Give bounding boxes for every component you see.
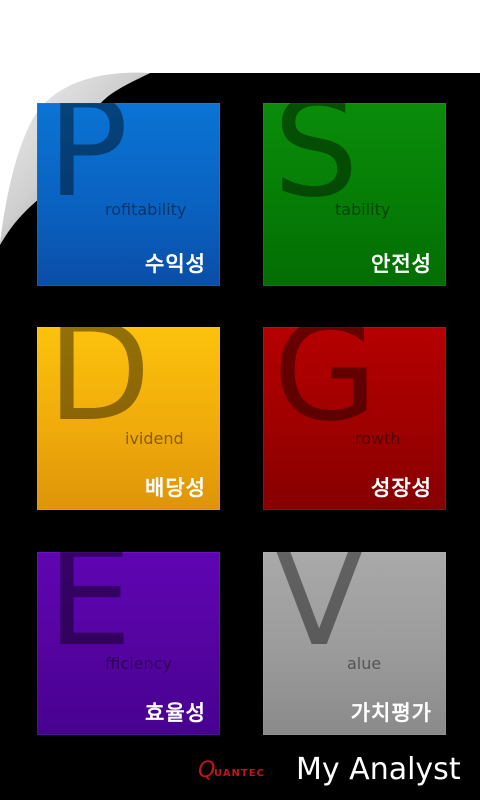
tile-label: 배당성 [145, 476, 206, 500]
tile-letter: G [273, 327, 378, 451]
tile-label: 가치평가 [350, 701, 432, 725]
tile-word: fficiency [105, 654, 172, 673]
tile-word: alue [347, 654, 382, 673]
tile-word: tability [335, 200, 391, 219]
tile-letter: E [47, 552, 132, 676]
tile-letter: D [47, 327, 151, 451]
tile-efficiency[interactable]: E fficiency 효율성 [37, 552, 220, 735]
tile-label: 수익성 [145, 252, 206, 276]
tile-label: 성장성 [371, 476, 432, 500]
tile-stability[interactable]: S tability 안전성 [263, 103, 446, 286]
logo-text: UANTEC [214, 768, 265, 779]
tile-label: 효율성 [145, 701, 206, 725]
tile-word: rofitability [105, 200, 187, 219]
tile-letter: V [273, 552, 365, 676]
tile-word: rowth [355, 429, 401, 448]
app-title: My Analyst [296, 752, 461, 787]
tile-dividend[interactable]: D ividend 배당성 [37, 327, 220, 510]
tile-label: 안전성 [371, 252, 432, 276]
logo-q: Q [198, 758, 216, 783]
tile-growth[interactable]: G rowth 성장성 [263, 327, 446, 510]
tile-profitability[interactable]: P rofitability 수익성 [37, 103, 220, 286]
tile-value[interactable]: V alue 가치평가 [263, 552, 446, 735]
tile-word: ividend [125, 429, 184, 448]
